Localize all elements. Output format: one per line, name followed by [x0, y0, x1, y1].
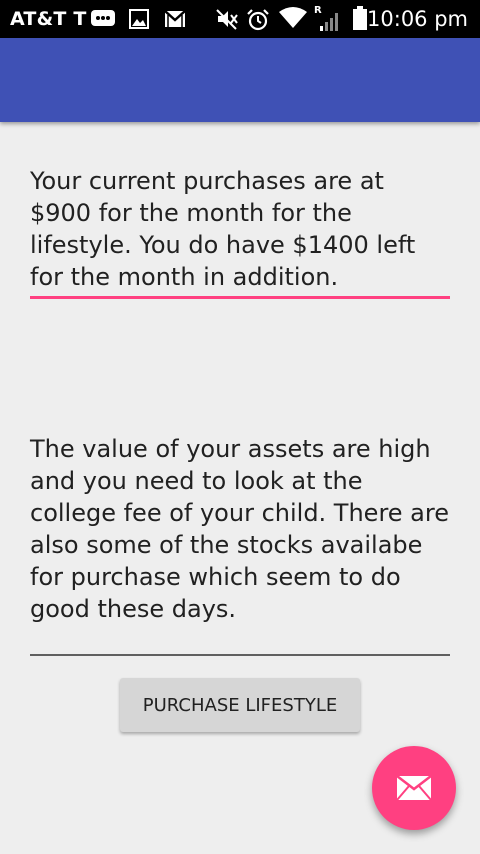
signal-icon — [320, 13, 338, 31]
messaging-icon — [91, 10, 115, 26]
text-field-underline — [30, 296, 450, 299]
status-bar: AT&T T R 10:06 pm — [0, 0, 480, 38]
gmail-icon — [164, 10, 186, 27]
email-fab-button[interactable] — [372, 746, 456, 830]
app-bar — [0, 38, 480, 122]
mute-icon — [216, 9, 238, 30]
carrier-name: AT&T T — [10, 8, 87, 30]
purchases-text-field[interactable]: Your current purchases are at $900 for t… — [30, 165, 450, 293]
gallery-icon — [129, 9, 149, 29]
assets-info-text: The value of your assets are high and yo… — [30, 435, 449, 623]
alarm-icon — [247, 9, 269, 31]
status-clock: 10:06 pm — [367, 7, 468, 31]
purchase-lifestyle-button[interactable]: PURCHASE LIFESTYLE — [120, 678, 360, 732]
divider — [30, 654, 450, 656]
email-icon — [396, 775, 432, 801]
battery-icon — [353, 6, 367, 30]
wifi-icon — [279, 7, 307, 28]
